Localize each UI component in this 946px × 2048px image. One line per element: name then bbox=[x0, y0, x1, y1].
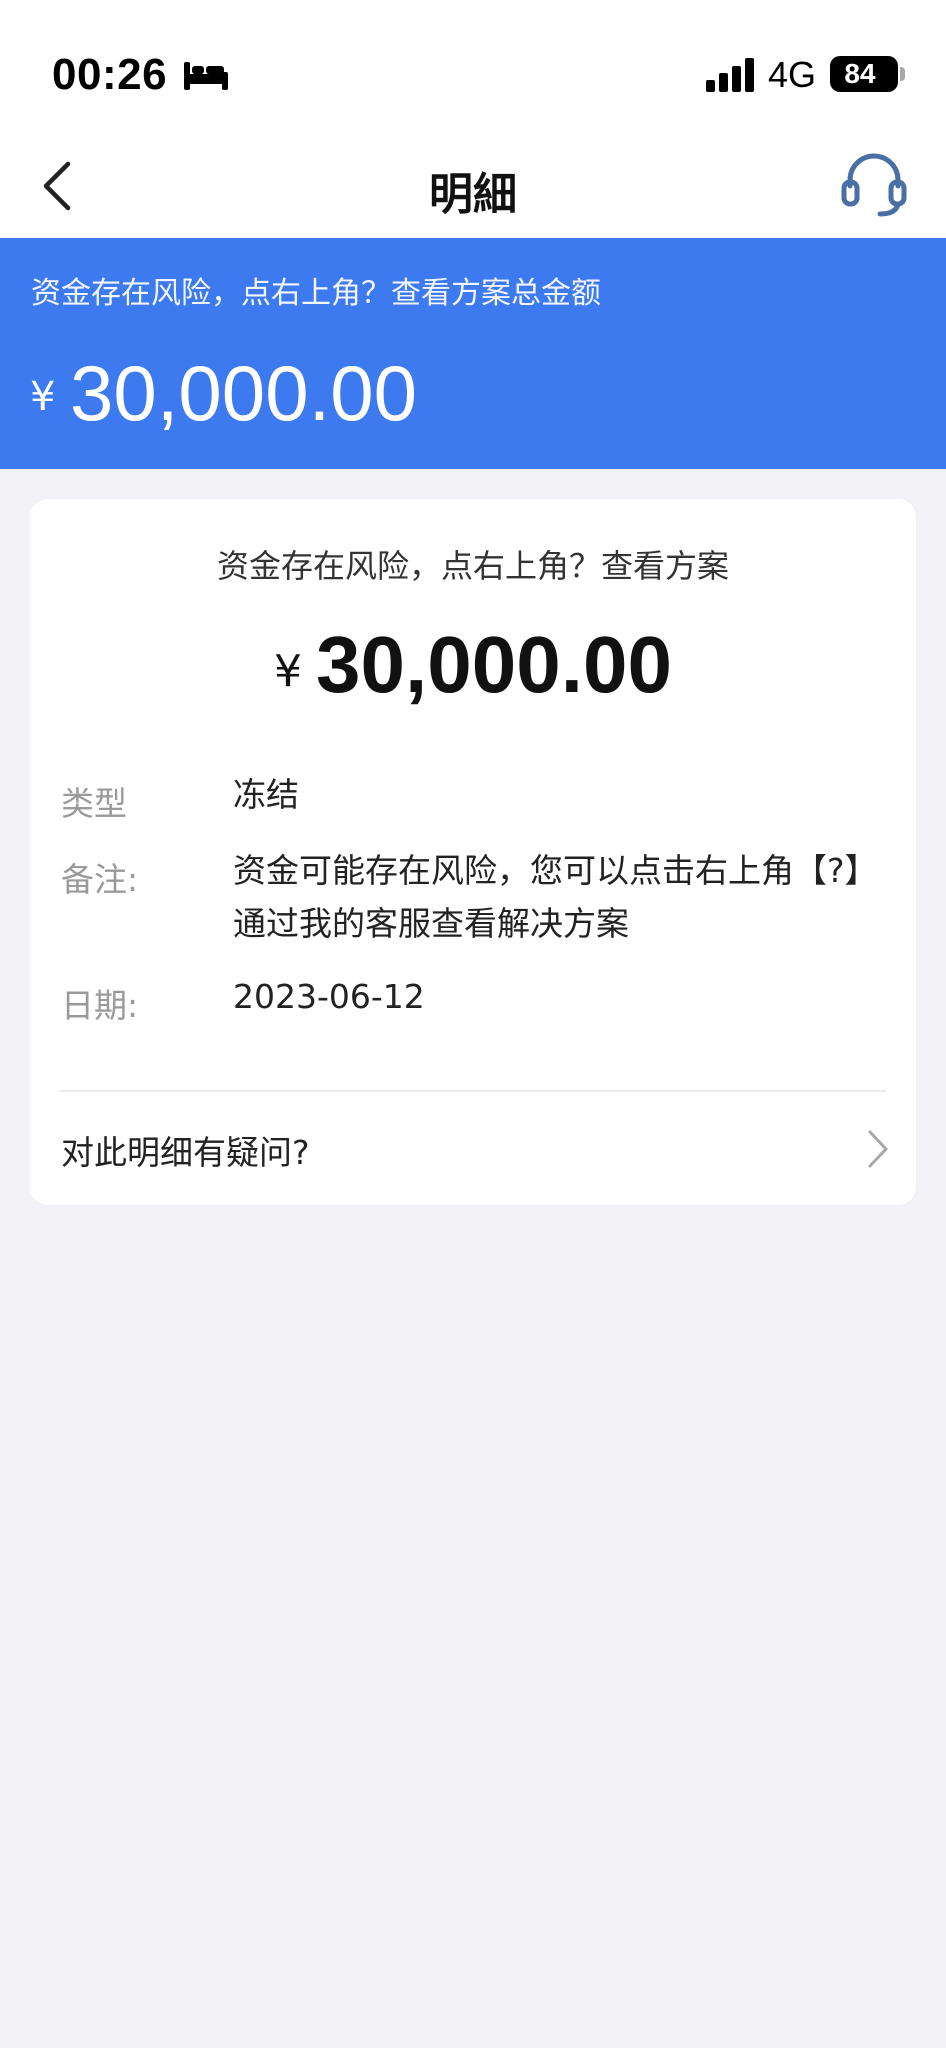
nav-bar: 明細 bbox=[0, 140, 946, 238]
type-label: 类型 bbox=[61, 784, 127, 823]
remark-label: 备注: bbox=[61, 860, 139, 899]
type-value: 冻结 bbox=[233, 775, 299, 814]
battery-level: 84 bbox=[844, 58, 876, 89]
chevron-right-icon bbox=[868, 1130, 888, 1168]
bed-icon bbox=[184, 62, 228, 90]
banner-currency: ¥ bbox=[30, 374, 56, 420]
question-label: 对此明细有疑问? bbox=[61, 1133, 310, 1172]
status-bar: 00:26 4G 84 bbox=[0, 0, 946, 140]
banner-amount: 30,000.00 bbox=[70, 349, 418, 437]
battery-icon: 84 bbox=[830, 56, 905, 92]
remark-value: 资金可能存在风险，您可以点击右上角【?】通过我的客服查看解决方案 bbox=[233, 851, 862, 943]
date-label: 日期: bbox=[61, 986, 139, 1025]
card-notice: 资金存在风险，点右上角？查看方案 bbox=[216, 547, 729, 585]
detail-card: 资金存在风险，点右上角？查看方案 ¥30,000.00 类型 冻结 备注: 资金… bbox=[30, 499, 916, 1205]
headset-icon[interactable] bbox=[840, 148, 908, 220]
total-banner: 资金存在风险，点右上角？查看方案总金额 ¥ 30,000.00 bbox=[0, 238, 946, 469]
question-row[interactable]: 对此明细有疑问? bbox=[30, 1092, 916, 1205]
page-title: 明細 bbox=[429, 169, 517, 220]
date-value: 2023-06-12 bbox=[233, 977, 425, 1016]
card-amount: 30,000.00 bbox=[316, 620, 672, 709]
card-amount-row: ¥30,000.00 bbox=[30, 619, 916, 711]
banner-notice: 资金存在风险，点右上角？查看方案总金额 bbox=[31, 276, 601, 311]
signal-icon bbox=[706, 58, 754, 92]
status-time: 00:26 bbox=[52, 50, 168, 99]
network-label: 4G bbox=[768, 54, 817, 95]
card-currency: ¥ bbox=[274, 646, 303, 697]
